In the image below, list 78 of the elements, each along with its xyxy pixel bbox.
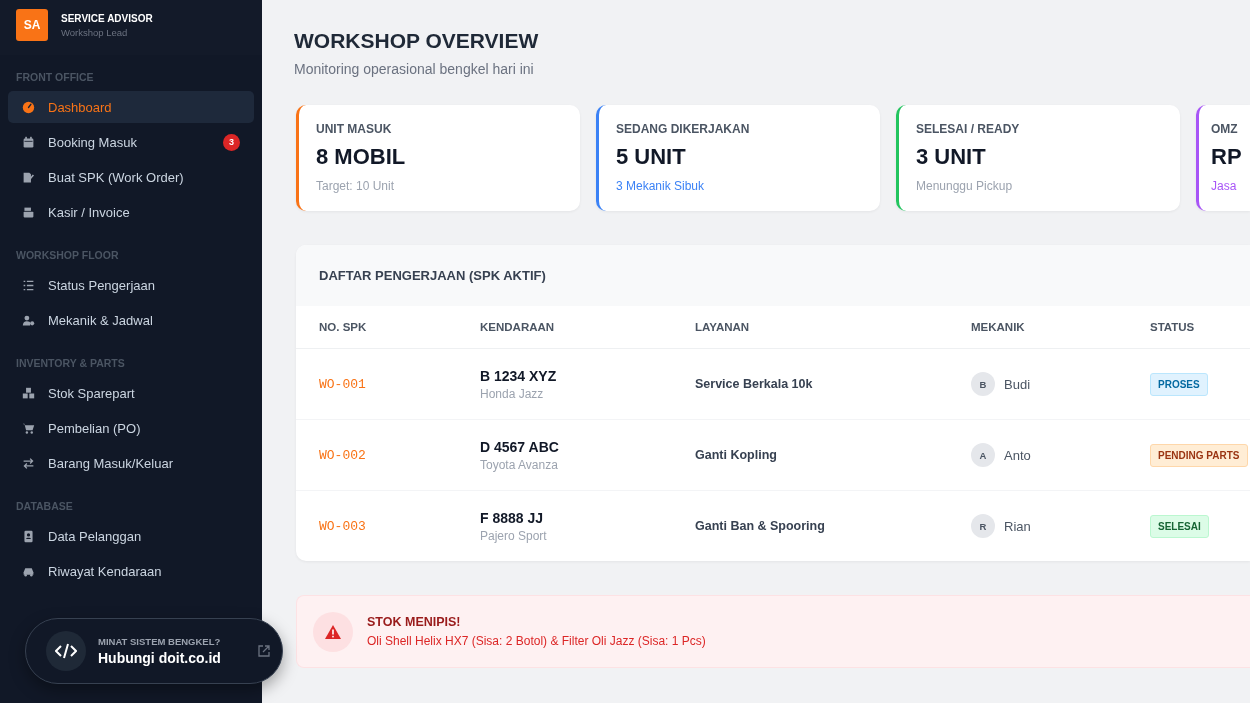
stat-label: UNIT MASUK: [316, 122, 393, 136]
nav-item[interactable]: Pembelian (PO): [8, 412, 254, 444]
vehicle-model: Toyota Avanza: [480, 457, 559, 472]
stat-label: SELESAI / READY: [916, 122, 1021, 136]
warning-icon: [325, 624, 341, 639]
spk-number: WO-002: [319, 447, 367, 463]
count-badge: 3: [223, 133, 240, 151]
column-header: STATUS: [1150, 321, 1196, 333]
stat-label: OMZ: [1211, 122, 1239, 136]
nav-item[interactable]: Buat SPK (Work Order): [8, 161, 254, 193]
plate-number: F 8888 JJ: [480, 509, 545, 526]
nav-item[interactable]: Dashboard: [8, 91, 254, 123]
nav-item[interactable]: Booking Masuk 3: [8, 126, 254, 158]
alert-message: Oli Shell Helix HX7 (Sisa: 2 Botol) & Filter Oli Jazz (Sisa: 1 Pcs): [367, 634, 706, 648]
nav-item[interactable]: Data Pelanggan: [8, 520, 254, 552]
mechanic-name: Budi: [1004, 376, 1031, 392]
plate-number: D 4567 ABC: [480, 438, 560, 455]
mechanic-name: Anto: [1004, 447, 1031, 463]
boxes-icon: [22, 386, 35, 400]
column-header: MEKANIK: [971, 321, 1026, 333]
stat-note: 3 Mekanik Sibuk: [616, 179, 706, 193]
code-icon: [55, 643, 77, 659]
status-badge: SELESAI: [1150, 514, 1209, 538]
nav-item[interactable]: Riwayat Kendaraan: [8, 555, 254, 587]
stat-value: RP: [1211, 144, 1243, 170]
nav-item[interactable]: Kasir / Invoice: [8, 196, 254, 228]
alert-title: STOK MENIPIS!: [367, 615, 462, 629]
calendar-icon: [22, 135, 35, 149]
section-heading: FRONT OFFICE: [15, 71, 95, 83]
page-title: WORKSHOP OVERVIEW: [294, 29, 540, 53]
brand-subtitle: Workshop Lead: [61, 26, 129, 38]
vehicle-model: Pajero Sport: [480, 528, 548, 543]
section-heading: INVENTORY & PARTS: [15, 357, 126, 369]
service-name: Ganti Kopling: [695, 448, 778, 462]
swap-arrows-icon: [22, 456, 35, 470]
brand-title: SERVICE ADVISOR: [61, 12, 153, 24]
section-heading: WORKSHOP FLOOR: [15, 249, 120, 261]
status-badge: PROSES: [1150, 372, 1208, 396]
contact-card-icon: [22, 529, 35, 543]
status-badge: PENDING PARTS: [1150, 443, 1248, 467]
avatar-initial: A: [971, 443, 995, 467]
cash-register-icon: [22, 205, 35, 219]
checklist-icon: [22, 278, 35, 292]
stat-value: 3 UNIT: [916, 144, 987, 170]
nav-item[interactable]: Mekanik & Jadwal: [8, 304, 254, 336]
stat-value: 8 MOBIL: [316, 144, 407, 170]
nav-item[interactable]: Status Pengerjaan: [8, 269, 254, 301]
user-gear-icon: [22, 313, 35, 327]
avatar-initial: R: [971, 514, 995, 538]
service-name: Ganti Ban & Spooring: [695, 519, 826, 533]
column-header: NO. SPK: [319, 321, 368, 333]
contact-link[interactable]: Hubungi doit.co.id: [98, 650, 246, 666]
stat-note: Jasa: [1211, 179, 1238, 193]
stat-note: Target: 10 Unit: [316, 179, 396, 193]
section-heading: DATABASE: [15, 500, 74, 512]
table-title: DAFTAR PENGERJAAN (SPK AKTIF): [319, 268, 546, 283]
stat-note: Menunggu Pickup: [916, 179, 1014, 193]
mechanic-name: Rian: [1004, 518, 1031, 534]
stat-label: SEDANG DIKERJAKAN: [616, 122, 751, 136]
stat-value: 5 UNIT: [616, 144, 687, 170]
brand-logo: SA: [16, 9, 48, 41]
external-link-icon: [258, 645, 270, 657]
column-header: LAYANAN: [695, 321, 751, 333]
plate-number: B 1234 XYZ: [480, 367, 558, 384]
spk-number: WO-003: [319, 518, 367, 534]
document-pen-icon: [22, 170, 35, 184]
contact-card[interactable]: MINAT SISTEM BENGKEL? Hubungi doit.co.id: [25, 618, 283, 684]
service-name: Service Berkala 10k: [695, 377, 814, 391]
avatar-initial: B: [971, 372, 995, 396]
spk-number: WO-001: [319, 376, 367, 392]
vehicle-model: Honda Jazz: [480, 386, 545, 401]
promo-eyebrow: MINAT SISTEM BENGKEL?: [98, 636, 222, 647]
column-header: KENDARAAN: [480, 321, 556, 333]
page-subtitle: Monitoring operasional bengkel hari ini: [294, 61, 535, 77]
nav-item[interactable]: Barang Masuk/Keluar: [8, 447, 254, 479]
nav-item[interactable]: Stok Sparepart: [8, 377, 254, 409]
cart-icon: [22, 421, 35, 435]
gauge-icon: [22, 100, 35, 114]
